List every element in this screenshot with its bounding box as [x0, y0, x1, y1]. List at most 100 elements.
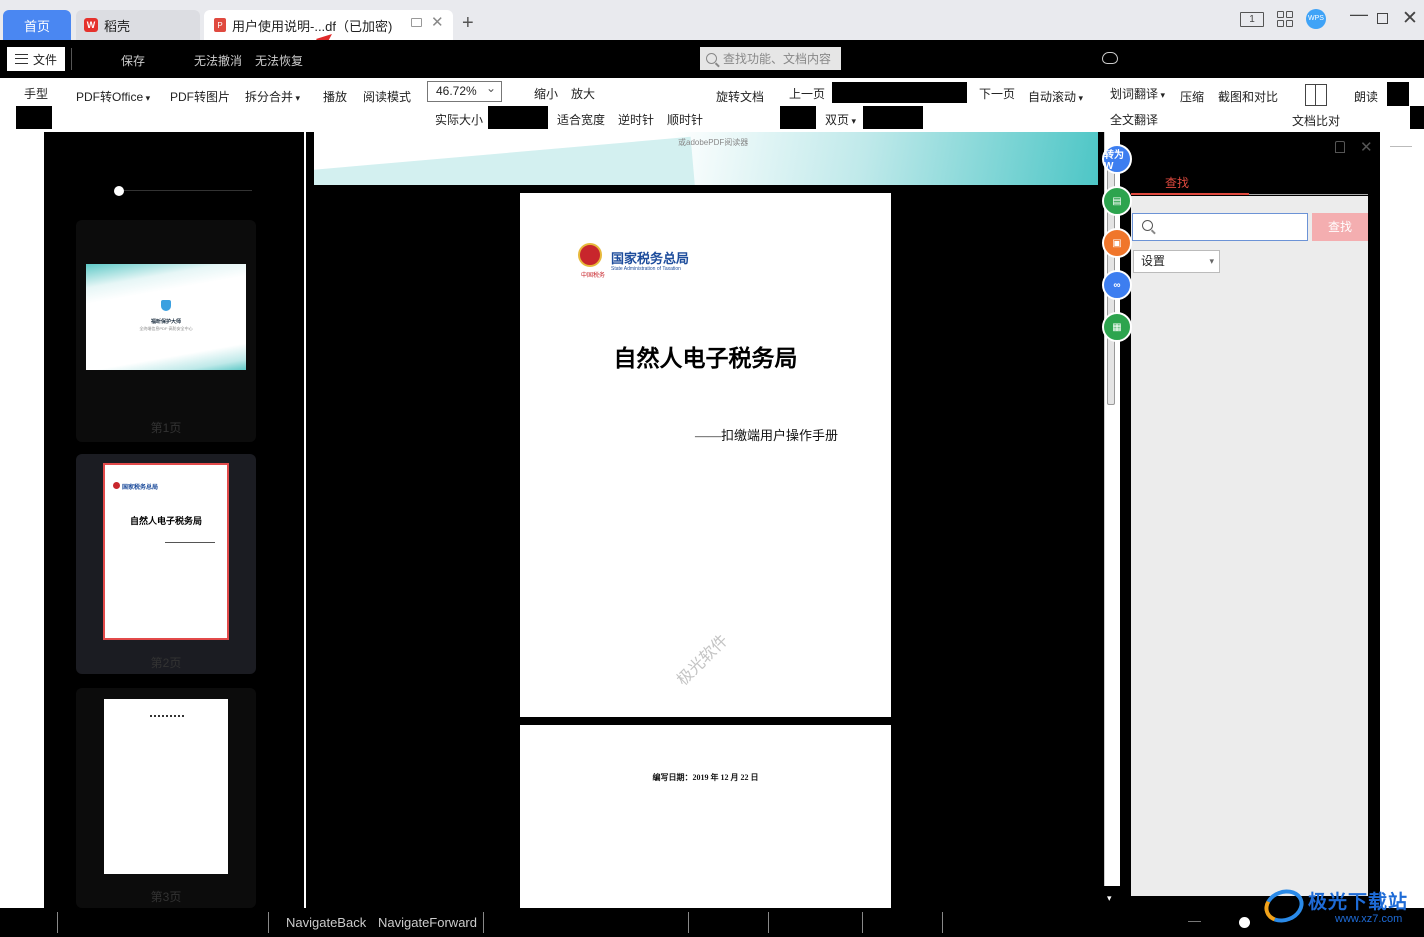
word-translate-button[interactable]: 划词翻译 [1110, 85, 1165, 102]
pin-icon[interactable] [1335, 141, 1345, 153]
divider [483, 912, 484, 933]
thumb1-subtitle: 全终端信息PDF·高防安全中心 [139, 326, 193, 331]
minimize-icon[interactable]: — [1350, 4, 1368, 25]
zoom-minus-icon[interactable]: — [1188, 913, 1201, 928]
navigate-back-button[interactable]: NavigateBack [286, 915, 366, 930]
read-aloud-button[interactable]: 朗读 [1354, 88, 1378, 105]
search-icon [1142, 220, 1153, 231]
auto-scroll-button[interactable]: 自动滚动 [1028, 88, 1083, 105]
split-merge-button[interactable]: 拆分合并 [245, 88, 300, 105]
divider [688, 912, 689, 933]
tab-home-label: 首页 [23, 18, 50, 34]
function-search-input[interactable]: 查找功能、文档内容 [700, 47, 841, 70]
thumbnail-image: 福昕保护大师 全终端信息PDF·高防安全中心 [86, 264, 246, 370]
panel-close-icon[interactable]: ✕ [1360, 138, 1373, 156]
tab-find[interactable]: 查找 [1165, 174, 1189, 191]
screenshot-compare-button[interactable]: 截图和对比 [1218, 88, 1278, 105]
prev-page-button[interactable]: 上一页 [789, 85, 825, 102]
compile-date: 编写日期：2019 年 12 月 22 日 [652, 773, 759, 782]
emblem-icon [578, 243, 602, 267]
apps-grid-icon[interactable] [1277, 11, 1293, 27]
status-bar: NavigateBack NavigateForward — [0, 908, 1424, 937]
avatar[interactable]: WPS [1306, 9, 1326, 29]
undo-button[interactable]: 无法撤消 [194, 52, 242, 69]
file-menu-button[interactable]: 文件 [7, 47, 65, 71]
document-subtitle: ——扣缴端用户操作手册 [695, 428, 839, 443]
file-menu-label: 文件 [32, 52, 57, 67]
daoke-logo-icon: W [84, 18, 98, 32]
pdf-to-image-button[interactable]: PDF转图片 [170, 88, 230, 105]
redacted-block [1410, 106, 1424, 129]
tab-daoke[interactable]: W 稻壳 [76, 10, 200, 40]
redo-button[interactable]: 无法恢复 [255, 52, 303, 69]
zoom-in-button[interactable]: 放大 [571, 85, 595, 102]
settings-dropdown[interactable]: 设置 [1133, 250, 1220, 273]
actual-size-button[interactable]: 实际大小 [435, 111, 483, 128]
maximize-icon[interactable] [1377, 13, 1388, 24]
link-icon[interactable]: ∞ [1102, 270, 1132, 300]
right-edge-strip [1380, 132, 1424, 908]
monitor-icon[interactable] [411, 18, 422, 27]
scroll-down-icon[interactable]: ▾ [1107, 893, 1112, 904]
org-name-cn: 国家税务总局 [611, 251, 690, 266]
rotate-cw-button[interactable]: 顺时针 [667, 111, 703, 128]
page-view-icon[interactable]: 1 [1240, 12, 1264, 27]
window-close-icon[interactable]: ✕ [1402, 7, 1418, 30]
save-button[interactable]: 保存 [121, 52, 145, 69]
redacted-block [863, 106, 923, 129]
new-tab-button[interactable]: + [462, 12, 474, 34]
compress-button[interactable]: 压缩 [1180, 88, 1204, 105]
navigate-forward-button[interactable]: NavigateForward [378, 915, 477, 930]
convert-excel-icon[interactable]: ▦ [1102, 312, 1132, 342]
thumb1-title: 福昕保护大师 [150, 319, 181, 325]
document-view[interactable]: 或adobePDF阅读器 国家税务总局 State Administration… [306, 132, 1100, 908]
emblem-icon [113, 482, 120, 489]
find-input[interactable] [1132, 213, 1308, 241]
thumbnail-image: 国家税务总局 自然人电子税务局 [103, 463, 229, 640]
read-mode-button[interactable]: 阅读模式 [363, 88, 411, 105]
previous-page-banner: 或adobePDF阅读器 [314, 132, 1098, 185]
thumbnail-page-2[interactable]: 国家税务总局 自然人电子税务局 第2页 [76, 454, 256, 674]
doc-compare-button[interactable]: 文档比对 [1292, 112, 1340, 129]
thumbnail-image [104, 699, 228, 874]
thumbnail-panel: 福昕保护大师 全终端信息PDF·高防安全中心 第1页 国家税务总局 自然人电子税… [44, 132, 304, 908]
search-placeholder: 查找功能、文档内容 [723, 52, 832, 66]
pdf-to-office-button[interactable]: PDF转Office [76, 88, 150, 105]
convert-word-button[interactable]: 转为W [1102, 144, 1132, 174]
thumbnail-label: 第3页 [150, 890, 182, 904]
convert-ppt-icon[interactable]: ▣ [1102, 228, 1132, 258]
fit-width-button[interactable]: 适合宽度 [557, 111, 605, 128]
find-button[interactable]: 查找 [1312, 213, 1368, 241]
document-page-2: 编写日期：2019 年 12 月 22 日 [520, 725, 891, 908]
zoom-slider-knob[interactable] [1239, 917, 1250, 928]
hand-tool-button[interactable]: 手型 [24, 85, 48, 102]
tab-home[interactable]: 首页 [3, 10, 71, 40]
redacted-block [832, 82, 967, 103]
tab-underline [1131, 193, 1249, 195]
redacted-block [488, 106, 548, 129]
play-button[interactable]: 播放 [323, 88, 347, 105]
rotate-ccw-button[interactable]: 逆时针 [618, 111, 654, 128]
slider-knob[interactable] [114, 186, 124, 196]
divider [942, 912, 943, 933]
doc-compare-icon[interactable] [1305, 84, 1327, 106]
full-translate-button[interactable]: 全文翻译 [1110, 111, 1158, 128]
zoom-out-button[interactable]: 缩小 [534, 85, 558, 102]
thumbnail-size-slider[interactable] [120, 190, 252, 191]
convert-word-label: 转为W [1104, 150, 1124, 172]
next-page-button[interactable]: 下一页 [979, 85, 1015, 102]
tab-close-icon[interactable]: ✕ [431, 15, 444, 31]
rotate-doc-button[interactable]: 旋转文档 [716, 88, 764, 105]
tab-divider [1249, 194, 1368, 195]
hamburger-icon [14, 54, 28, 64]
thumbnail-page-3[interactable]: 第3页 [76, 688, 256, 908]
cloud-sync-icon[interactable] [1102, 52, 1118, 64]
redacted-block [16, 106, 52, 129]
zoom-select[interactable]: 46.72% [427, 79, 502, 102]
double-page-button[interactable]: 双页 [825, 111, 856, 128]
thumbnail-page-1[interactable]: 福昕保护大师 全终端信息PDF·高防安全中心 第1页 [76, 220, 256, 442]
shield-icon [161, 300, 171, 311]
convert-doc-icon[interactable]: ▤ [1102, 186, 1132, 216]
thumb2-title: 自然人电子税务局 [129, 516, 202, 526]
ribbon-toolbar: 手型 PDF转Office PDF转图片 拆分合并 播放 阅读模式 46.72%… [0, 78, 1424, 132]
